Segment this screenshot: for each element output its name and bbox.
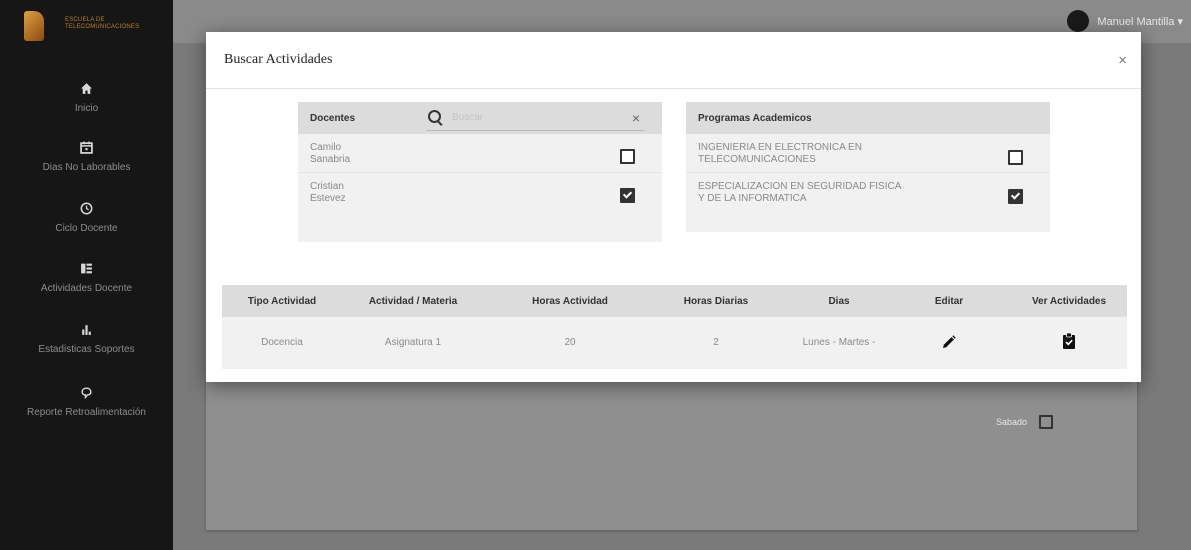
column-header: Horas Diarias — [683, 296, 749, 307]
clear-icon[interactable]: × — [632, 110, 640, 126]
edit-pencil-icon[interactable] — [941, 334, 957, 350]
docente-checkbox[interactable] — [620, 188, 635, 203]
programa-row: ESPECIALIZACION EN SEGURIDAD FISICA Y DE… — [686, 173, 1050, 211]
bar-chart-icon — [0, 323, 173, 340]
sidebar-item-estadisticas-soportes[interactable]: Estadisticas Soportes — [0, 323, 173, 355]
sidebar-item-label: Estadisticas Soportes — [38, 344, 135, 355]
programa-checkbox[interactable] — [1008, 189, 1023, 204]
programa-checkbox[interactable] — [1008, 150, 1023, 165]
sidebar-item-label: Dias No Laborables — [42, 162, 131, 173]
docentes-panel: Docentes × Camilo Sanabria Cristian Este… — [298, 102, 662, 242]
close-icon[interactable]: × — [1118, 52, 1127, 69]
modal-title: Buscar Actividades — [224, 52, 333, 67]
search-icon — [428, 110, 441, 123]
sidebar-item-label: Inicio — [74, 103, 99, 114]
user-name: Manuel Mantilla ▾ — [1097, 15, 1183, 28]
sidebar: ESCUELA DE TELECOMUNICACIONES Inicio Dia… — [0, 0, 173, 550]
column-header: Dias — [828, 296, 850, 307]
logo-mark — [24, 11, 44, 41]
cell-tipo: Docencia — [261, 337, 303, 348]
cell-dias: Lunes - Martes - — [802, 337, 876, 348]
programa-row: INGENIERIA EN ELECTRONICA EN TELECOMUNIC… — [686, 134, 1050, 172]
clock-icon — [0, 202, 173, 219]
docente-checkbox[interactable] — [620, 149, 635, 164]
sidebar-item-dias-no-laborables[interactable]: Dias No Laborables — [0, 141, 173, 173]
column-header: Tipo Actividad — [247, 296, 317, 307]
column-header: Horas Actividad — [532, 296, 608, 307]
sabado-option[interactable]: Sabado — [996, 415, 1054, 429]
docentes-title: Docentes — [310, 113, 356, 124]
background-content-card — [206, 380, 1137, 530]
column-header: Ver Actividades — [1031, 296, 1107, 307]
docentes-search: × — [426, 108, 644, 131]
programas-panel: Programas Academicos INGENIERIA EN ELECT… — [686, 102, 1050, 232]
search-input[interactable] — [450, 111, 614, 124]
calendar-icon — [0, 141, 173, 158]
docentes-header: Docentes × — [298, 102, 662, 134]
sidebar-item-inicio[interactable]: Inicio — [0, 82, 173, 114]
cell-horas-diarias: 2 — [713, 337, 719, 348]
docente-name: Camilo Sanabria — [310, 142, 351, 165]
activities-table-header: Tipo Actividad Actividad / Materia Horas… — [222, 285, 1127, 317]
docente-name: Cristian Estevez — [310, 181, 346, 204]
column-header: Actividad / Materia — [368, 296, 458, 307]
feedback-icon — [0, 386, 173, 403]
sidebar-item-label: Reporte Retroalimentación — [27, 407, 146, 418]
search-activities-modal: Buscar Actividades × Docentes × Camilo S… — [206, 32, 1141, 382]
cell-horas-actividad: 20 — [564, 337, 576, 348]
column-header: Editar — [934, 296, 964, 307]
list-icon — [0, 262, 173, 279]
programas-title: Programas Academicos — [698, 113, 812, 124]
avatar — [1067, 10, 1090, 32]
programas-header: Programas Academicos — [686, 102, 1050, 134]
sabado-label: Sabado — [996, 417, 1028, 427]
logo: ESCUELA DE TELECOMUNICACIONES — [20, 8, 140, 46]
docente-row: Camilo Sanabria — [298, 134, 662, 172]
programa-name: INGENIERIA EN ELECTRONICA EN TELECOMUNIC… — [698, 142, 862, 165]
sidebar-item-ciclo-docente[interactable]: Ciclo Docente — [0, 202, 173, 234]
home-icon — [0, 82, 173, 99]
sidebar-item-label: Actividades Docente — [40, 283, 133, 294]
clipboard-icon[interactable] — [1062, 332, 1076, 350]
sabado-checkbox[interactable] — [1039, 415, 1054, 429]
cell-actividad: Asignatura 1 — [384, 337, 442, 348]
logo-text: ESCUELA DE TELECOMUNICACIONES — [65, 17, 140, 30]
docente-row: Cristian Estevez — [298, 173, 662, 211]
sidebar-item-reporte-retroalimentacion[interactable]: Reporte Retroalimentación — [0, 386, 173, 418]
modal-divider — [206, 88, 1141, 89]
programa-name: ESPECIALIZACION EN SEGURIDAD FISICA Y DE… — [698, 181, 902, 204]
user-menu[interactable]: Manuel Mantilla ▾ — [1067, 10, 1183, 32]
table-row: Docencia Asignatura 1 20 2 Lunes - Marte… — [222, 317, 1127, 369]
sidebar-item-label: Ciclo Docente — [55, 223, 118, 234]
sidebar-item-actividades-docente[interactable]: Actividades Docente — [0, 262, 173, 294]
